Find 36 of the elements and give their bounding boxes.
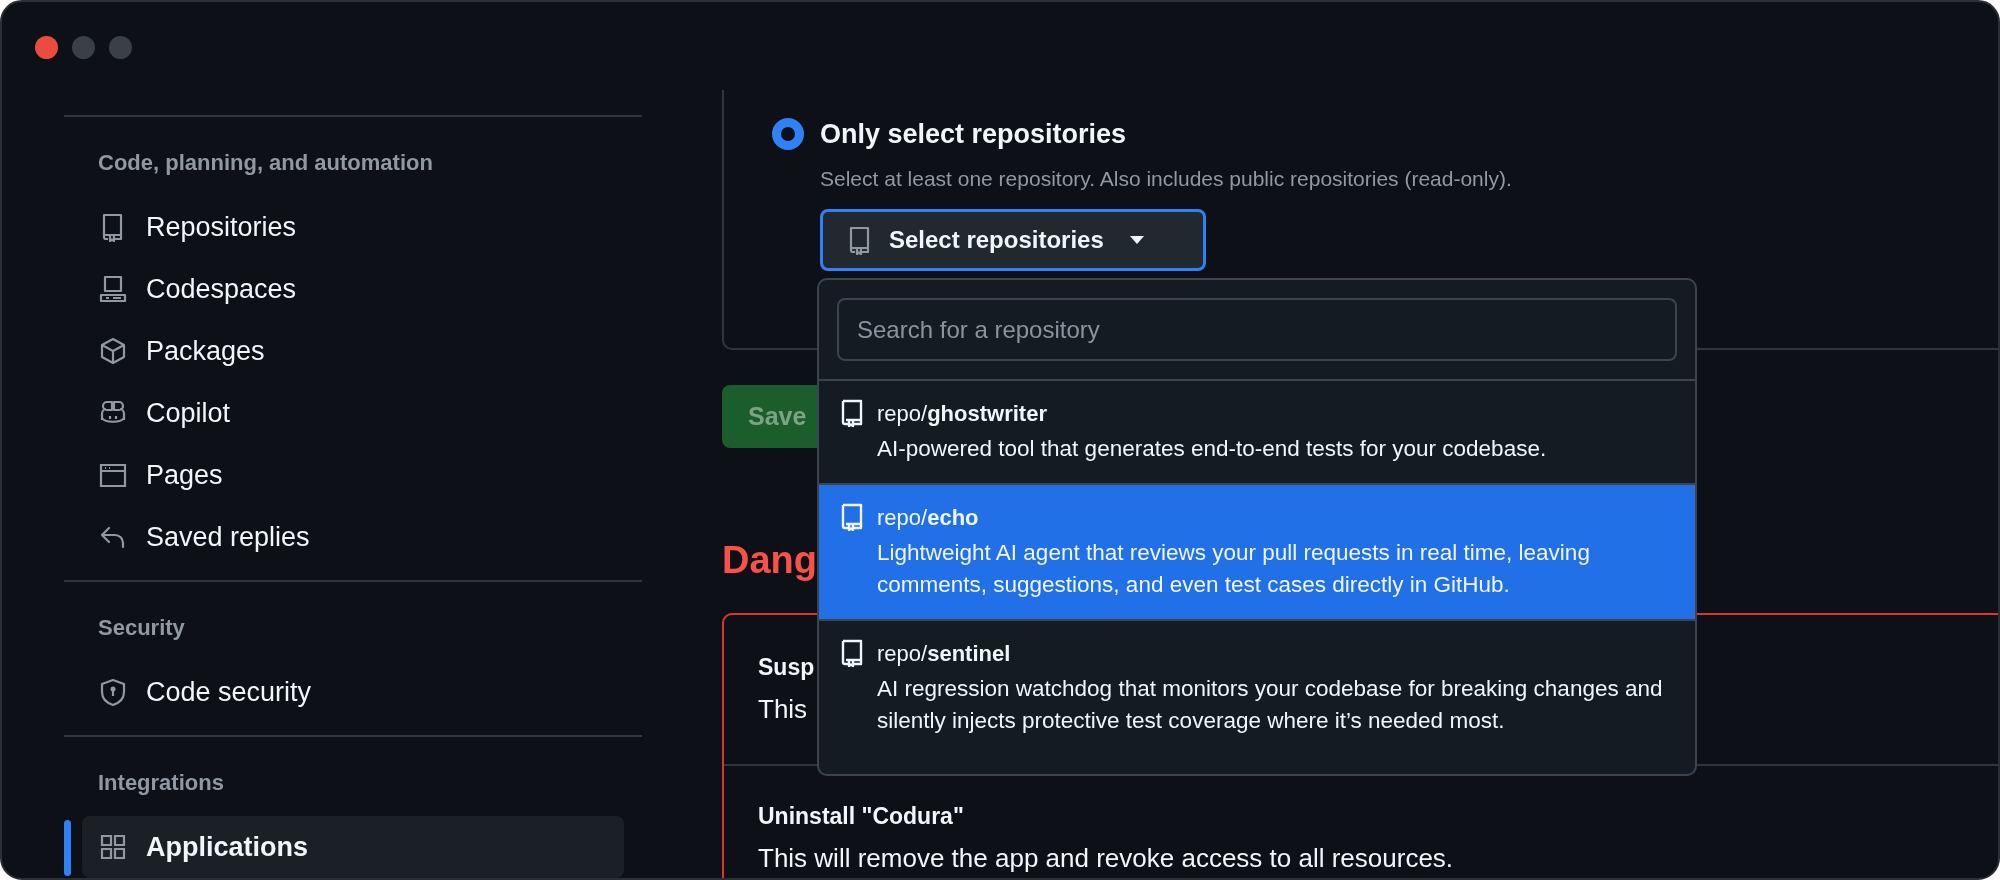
sidebar-item[interactable]: Packages [64,320,642,382]
caret-icon [1129,236,1144,244]
repository-option[interactable]: repo/sentinel AI regression watchdog that monitors your codebase for breaking changes and silently injects protective test coverage where it’s needed most. [819,619,1695,755]
sidebar-item[interactable]: Repositories [64,196,642,258]
repo-icon [839,503,865,531]
repository-description: AI regression watchdog that monitors your codebase for breaking changes and silently injects protective test coverage where it’s needed most. [877,675,1664,735]
computer-icon [98,274,128,304]
repo-icon [839,399,865,427]
option-description: Select at least one repository. Also includes public repositories (read-only). [820,165,1513,192]
repository-option[interactable]: repo/echo Lightweight AI agent that reviews your pull requests in real time, leaving comments, suggestions, and even test cases directly in GitHub. [819,483,1695,619]
box-icon [98,336,128,366]
shield-icon [98,677,128,707]
section-heading: Integrations [98,769,225,797]
sidebar-item[interactable]: Copilot [64,382,642,444]
selection-indicator [64,820,71,876]
section-heading: Code, planning, and automation [98,149,434,177]
setting-title: Uninstall "Codura" [758,802,964,830]
setting-title: Susp [758,653,815,681]
option-label: Only select repositories [820,118,1127,151]
setting-description: This [758,693,808,725]
section-heading: Dang [722,541,817,579]
section-heading: Security [98,614,186,642]
close-button[interactable] [35,36,58,59]
repository-description: Lightweight AI agent that reviews your pull requests in real time, leaving comments, suggestions, and even test cases directly in GitHub. [877,539,1591,599]
repository-name: repo/echo [877,504,980,532]
sidebar-item[interactable]: Pages [64,444,642,506]
radio-button[interactable] [772,118,804,151]
select-repositories-button[interactable]: Select repositories [820,209,1206,271]
repo-icon [839,639,865,667]
sidebar-item[interactable]: Saved replies [64,506,642,568]
sidebar-item[interactable]: Codespaces [64,258,642,320]
repository-name: repo/sentinel [877,640,1012,668]
sidebar-item[interactable]: Code security [64,661,642,723]
grid-icon [98,832,128,862]
setting-description: This will remove the app and revoke access to all resources. [758,842,1454,874]
search-field[interactable]: Search for a repository [837,298,1677,361]
